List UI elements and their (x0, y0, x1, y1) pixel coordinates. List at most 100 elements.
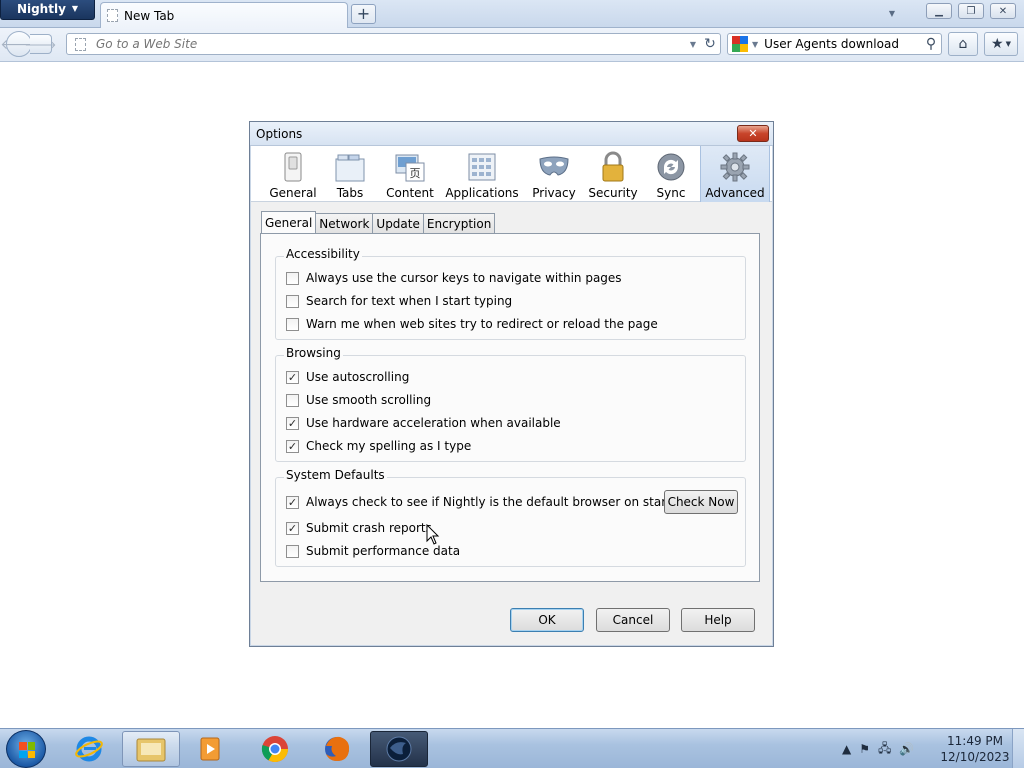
dialog-close-button[interactable]: ✕ (737, 125, 769, 142)
subtab-label: Encryption (426, 216, 492, 231)
checkbox[interactable]: ✓ (286, 416, 299, 430)
url-history-dropdown-icon[interactable]: ▼ (686, 40, 700, 49)
content-icon: 页 (395, 154, 425, 182)
home-icon: ⌂ (958, 36, 968, 52)
arrow-right-icon: 🡒 (24, 37, 57, 52)
pane-sync[interactable]: Sync (649, 146, 693, 202)
start-button[interactable] (6, 730, 46, 768)
pane-advanced[interactable]: Advanced (700, 146, 770, 202)
taskbar-file-explorer[interactable] (122, 731, 180, 767)
checkbox[interactable] (286, 294, 299, 308)
firefox-icon (325, 736, 350, 761)
media-player-icon (200, 737, 220, 761)
site-identity-icon[interactable] (75, 37, 86, 51)
system-defaults-group: System Defaults ✓ Always check to see if… (275, 468, 746, 567)
forward-button[interactable]: 🡒 (24, 34, 57, 54)
taskbar-clock[interactable]: 11:49 PM 12/10/2023 (940, 733, 1010, 765)
taskbar-nightly[interactable] (370, 731, 428, 767)
checkbox[interactable] (286, 271, 299, 285)
group-title: System Defaults (284, 468, 387, 482)
chevron-down-icon[interactable]: ▼ (752, 40, 758, 49)
clock-time: 11:49 PM (947, 734, 1003, 748)
bookmark-star-icon: ★ (991, 36, 1004, 52)
chrome-icon (261, 736, 289, 763)
option-label: Always check to see if Nightly is the de… (306, 495, 687, 509)
checkbox[interactable] (286, 393, 299, 407)
light-switch-icon (284, 152, 302, 182)
option-label: Submit crash reports (306, 521, 432, 535)
nightly-icon (386, 736, 412, 762)
pane-content[interactable]: 页 Content (383, 146, 437, 202)
tab-title: New Tab (124, 8, 175, 23)
subtab-network[interactable]: Network (315, 213, 374, 233)
pane-applications[interactable]: Applications (445, 146, 519, 202)
browsing-group: Browsing ✓ Use autoscrolling Use smooth … (275, 346, 746, 462)
search-engine-icon[interactable] (732, 36, 748, 52)
cancel-button[interactable]: Cancel (596, 608, 670, 632)
checkbox[interactable] (286, 317, 299, 331)
checkbox[interactable]: ✓ (286, 439, 299, 453)
bookmarks-button[interactable]: ★ ▼ (984, 32, 1018, 56)
search-when-typing-option[interactable]: Search for text when I start typing (286, 292, 512, 310)
volume-icon[interactable]: 🔊 (899, 742, 914, 756)
list-all-tabs-button[interactable]: ▼ (884, 6, 900, 20)
network-icon[interactable]: 🖧 (878, 739, 891, 760)
help-button[interactable]: Help (681, 608, 755, 632)
mouse-pointer-icon (426, 524, 440, 545)
taskbar-internet-explorer[interactable] (60, 731, 118, 767)
search-icon[interactable]: ⚲ (921, 36, 941, 52)
hardware-acceleration-option[interactable]: ✓ Use hardware acceleration when availab… (286, 414, 561, 432)
pane-security[interactable]: Security (587, 146, 639, 202)
checkbox[interactable]: ✓ (286, 521, 299, 535)
new-tab-button[interactable]: + (351, 4, 376, 24)
restore-button[interactable]: ❐ (958, 3, 984, 19)
taskbar-firefox[interactable] (308, 731, 366, 767)
close-window-button[interactable]: ✕ (990, 3, 1016, 19)
clock-date: 12/10/2023 (940, 750, 1010, 764)
option-label: Use smooth scrolling (306, 393, 432, 407)
pane-general[interactable]: General (269, 146, 317, 202)
option-label: Search for text when I start typing (306, 294, 513, 308)
subtab-general[interactable]: General (261, 211, 317, 233)
cursor-keys-option[interactable]: Always use the cursor keys to navigate w… (286, 269, 622, 287)
autoscrolling-option[interactable]: ✓ Use autoscrolling (286, 368, 409, 386)
checkbox[interactable] (286, 544, 299, 558)
search-input[interactable] (762, 36, 917, 52)
option-label: Use hardware acceleration when available (306, 416, 561, 430)
checkbox[interactable]: ✓ (286, 370, 299, 384)
subtab-update[interactable]: Update (372, 213, 424, 233)
option-label: Submit performance data (306, 544, 461, 558)
tab-new-tab[interactable]: New Tab (100, 2, 348, 28)
default-browser-check-option[interactable]: ✓ Always check to see if Nightly is the … (286, 493, 686, 511)
reload-icon[interactable]: ↻ (700, 36, 720, 52)
submit-crash-reports-option[interactable]: ✓ Submit crash reports (286, 519, 432, 537)
pane-tabs[interactable]: Tabs (329, 146, 371, 202)
action-center-flag-icon[interactable]: ⚑ (859, 742, 870, 756)
checkbox[interactable]: ✓ (286, 495, 299, 509)
url-input[interactable] (94, 36, 686, 52)
subtab-encryption[interactable]: Encryption (422, 213, 496, 233)
windows-logo-icon (19, 742, 35, 758)
minimize-button[interactable]: ▁ (926, 3, 952, 19)
blank-page-icon (107, 9, 118, 22)
show-hidden-icons-icon[interactable]: ▲ (842, 742, 851, 756)
warn-redirect-option[interactable]: Warn me when web sites try to redirect o… (286, 315, 658, 333)
pane-privacy[interactable]: Privacy (527, 146, 581, 202)
app-menu-label: Nightly (16, 1, 66, 16)
dialog-titlebar[interactable]: Options ✕ (250, 122, 773, 146)
check-now-button[interactable]: Check Now (664, 490, 738, 514)
home-button[interactable]: ⌂ (948, 32, 978, 56)
taskbar-chrome[interactable] (246, 731, 304, 767)
taskbar-media-player[interactable] (182, 731, 240, 767)
app-menu-button[interactable]: Nightly ▼ (0, 0, 95, 20)
ok-button[interactable]: OK (510, 608, 584, 632)
tab-strip: Nightly ▼ New Tab + ▼ ▁ ❐ ✕ (0, 0, 1024, 28)
option-label: Check my spelling as I type (306, 439, 472, 453)
pane-label: Privacy (532, 186, 576, 200)
chevron-down-icon: ▼ (71, 4, 79, 13)
smooth-scrolling-option[interactable]: Use smooth scrolling (286, 391, 431, 409)
pane-label: Advanced (705, 186, 765, 200)
applications-icon (468, 153, 496, 181)
spell-check-option[interactable]: ✓ Check my spelling as I type (286, 437, 471, 455)
show-desktop-button[interactable] (1012, 729, 1024, 768)
